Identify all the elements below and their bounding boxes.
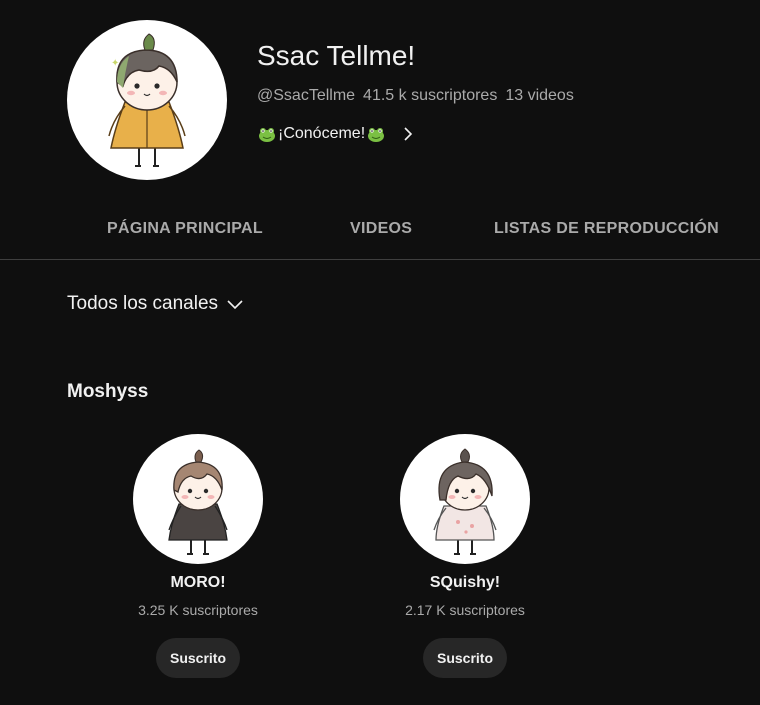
channel-card-avatar[interactable] [133, 434, 263, 564]
frog-emoji-icon [368, 128, 385, 142]
tab-videos[interactable]: VIDEOS [350, 220, 412, 238]
frog-emoji-icon [259, 128, 275, 142]
channel-card: SQuishy! 2.17 K suscriptores Suscrito [365, 434, 565, 678]
subscriber-count: 41.5 k suscriptores [363, 87, 498, 104]
channel-card-avatar-illustration [433, 448, 497, 555]
about-channel-link[interactable]: ¡Conóceme! [257, 124, 416, 144]
subscribed-button[interactable]: Suscrito [155, 638, 240, 678]
subscribed-button[interactable]: Suscrito [422, 638, 507, 678]
filter-label: Todos los canales [67, 293, 219, 314]
channel-avatar-illustration: ✦ [108, 33, 186, 167]
svg-text:✦: ✦ [111, 58, 119, 69]
channel-card-name[interactable]: SQuishy! [365, 574, 565, 592]
channel-avatar[interactable]: ✦ [67, 20, 227, 180]
channel-tabs: PÁGINA PRINCIPAL VIDEOS LISTAS DE REPROD… [0, 200, 760, 260]
channel-card-name[interactable]: MORO! [98, 574, 298, 592]
section-title: Moshyss [67, 381, 149, 402]
channel-card-avatar-illustration [168, 449, 228, 555]
channel-card-subscribers: 3.25 K suscriptores [138, 602, 258, 618]
channel-meta: @SsacTellme 41.5 k suscriptores 13 videos [257, 87, 574, 105]
about-link-label: ¡Conóceme! [278, 125, 366, 142]
channel-card-avatar[interactable] [400, 434, 530, 564]
channel-handle: @SsacTellme [257, 87, 356, 104]
tab-playlists[interactable]: LISTAS DE REPRODUCCIÓN [494, 220, 719, 238]
channels-filter-dropdown[interactable]: Todos los canales [67, 293, 244, 315]
video-count: 13 videos [505, 87, 574, 104]
channel-title: Ssac Tellme! [257, 40, 416, 71]
chevron-right-icon [404, 127, 413, 141]
channel-card: MORO! 3.25 K suscriptores Suscrito [98, 434, 298, 678]
tab-home[interactable]: PÁGINA PRINCIPAL [107, 220, 263, 238]
chevron-down-icon [227, 300, 243, 310]
channel-card-subscribers: 2.17 K suscriptores [405, 602, 525, 618]
